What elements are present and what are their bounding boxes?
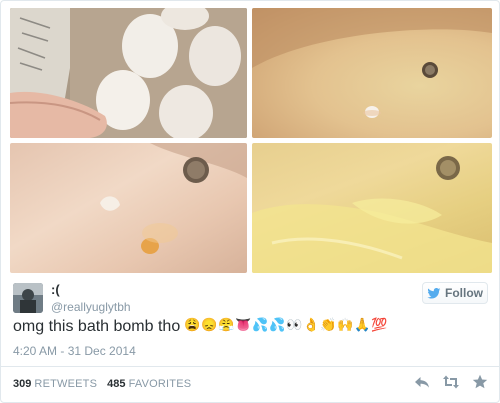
embedded-tweet-card: :( @reallyuglytbh Follow omg this bath b… xyxy=(0,0,500,403)
folded-hands-emoji: 🙏 xyxy=(354,316,371,334)
emoji-glyph: 💯 xyxy=(371,317,388,332)
tweet-stats: 309 RETWEETS 485 FAVORITES xyxy=(13,378,191,390)
tongue-emoji: 👅 xyxy=(235,316,252,334)
favorites-count: 485 xyxy=(107,378,126,390)
emoji-glyph: 💦 xyxy=(252,317,269,332)
footer-divider xyxy=(1,366,499,367)
screen-name[interactable]: @reallyuglytbh xyxy=(51,300,131,314)
follow-button[interactable]: Follow xyxy=(422,282,488,304)
photo-grid xyxy=(10,8,492,273)
emoji-glyph: 🙌 xyxy=(337,317,354,332)
follow-label: Follow xyxy=(445,286,483,300)
tub-egg-image xyxy=(252,8,492,118)
retweets-count: 309 xyxy=(13,378,32,390)
emoji-glyph: 👀 xyxy=(286,317,303,332)
sweat-droplets-emoji: 💦 xyxy=(269,316,286,334)
emoji-glyph: 👏 xyxy=(320,317,337,332)
eggs-carton-image xyxy=(10,8,247,138)
emoji-glyph: 💦 xyxy=(269,317,286,332)
avatar[interactable] xyxy=(13,283,43,313)
photo-cracked-egg[interactable] xyxy=(10,143,247,273)
emoji-glyph: 😩 xyxy=(184,317,201,332)
disappointed-face-emoji: 😞 xyxy=(201,316,218,334)
eyes-emoji: 👀 xyxy=(286,316,303,334)
photo-tub-egg[interactable] xyxy=(252,8,492,138)
emoji-glyph: 🙏 xyxy=(354,317,371,332)
photo-yellow-water[interactable] xyxy=(252,143,492,273)
reply-icon[interactable] xyxy=(414,374,430,390)
emoji-row: 😩 😞 😤 👅 💦 💦 👀 👌 👏 🙌 🙏 💯 xyxy=(184,316,388,334)
emoji-glyph: 😞 xyxy=(201,317,218,332)
ok-hand-emoji: 👌 xyxy=(303,316,320,334)
cracked-egg-image xyxy=(100,143,247,254)
sweat-droplets-emoji: 💦 xyxy=(252,316,269,334)
hundred-points-emoji: 💯 xyxy=(371,316,388,334)
emoji-glyph: 👅 xyxy=(235,317,252,332)
retweets-label: RETWEETS xyxy=(34,378,98,390)
retweets-stat[interactable]: 309 RETWEETS xyxy=(13,378,97,390)
emoji-glyph: 👌 xyxy=(303,317,320,332)
raising-hands-emoji: 🙌 xyxy=(337,316,354,334)
retweet-icon[interactable] xyxy=(442,374,460,390)
yellow-water-image xyxy=(252,156,492,273)
photo-eggs-carton[interactable] xyxy=(10,8,247,138)
favorites-label: FAVORITES xyxy=(128,378,192,390)
twitter-bird-icon xyxy=(427,287,441,299)
persevering-face-emoji: 😤 xyxy=(218,316,235,334)
favorites-stat[interactable]: 485 FAVORITES xyxy=(107,378,191,390)
clapping-hands-emoji: 👏 xyxy=(320,316,337,334)
emoji-glyph: 😤 xyxy=(218,317,235,332)
weary-face-emoji: 😩 xyxy=(184,316,201,334)
tweet-actions xyxy=(414,374,488,390)
avatar-image xyxy=(13,283,43,313)
tweet-timestamp[interactable]: 4:20 AM - 31 Dec 2014 xyxy=(13,344,136,358)
favorite-icon[interactable] xyxy=(472,374,488,390)
display-name[interactable]: :( xyxy=(51,282,60,297)
tweet-text: omg this bath bomb tho xyxy=(13,318,181,335)
